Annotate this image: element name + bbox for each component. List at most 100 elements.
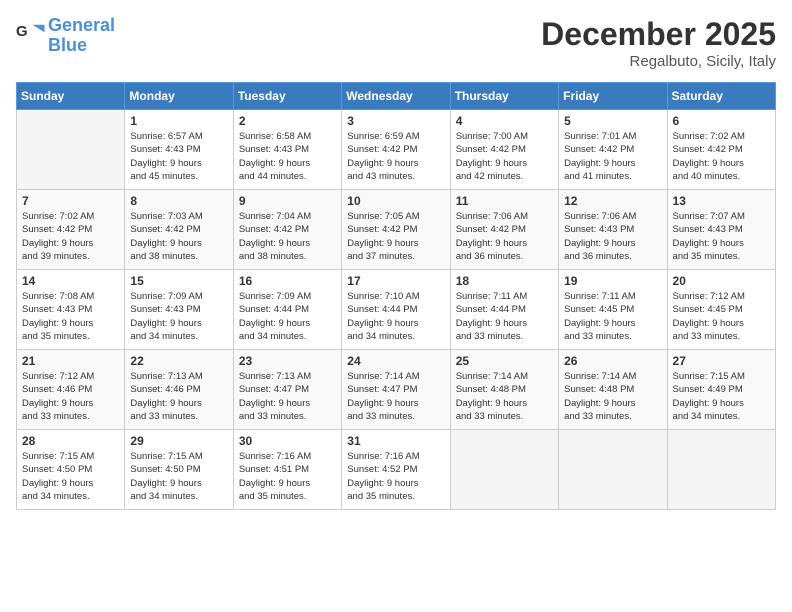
day-info: Sunrise: 7:11 AMSunset: 4:45 PMDaylight:…: [564, 290, 661, 343]
calendar-cell: 14 Sunrise: 7:08 AMSunset: 4:43 PMDayligh…: [17, 270, 125, 350]
calendar-cell: 24Sunrise: 7:14 AMSunset: 4:47 PMDayligh…: [342, 350, 450, 430]
calendar-week-2: 14 Sunrise: 7:08 AMSunset: 4:43 PMDayligh…: [17, 270, 776, 350]
day-info: Sunrise: 7:06 AMSunset: 4:43 PMDaylight:…: [564, 210, 661, 263]
day-info: Sunrise: 7:02 AMSunset: 4:42 PMDaylight:…: [22, 210, 119, 263]
day-number: 4: [456, 114, 553, 128]
day-number: 3: [347, 114, 444, 128]
day-number: 31: [347, 434, 444, 448]
calendar-week-3: 21 Sunrise: 7:12 AMSunset: 4:46 PMDayligh…: [17, 350, 776, 430]
day-info: Sunrise: 7:10 AMSunset: 4:44 PMDaylight:…: [347, 290, 444, 343]
day-number: 17: [347, 274, 444, 288]
calendar-cell: 19 Sunrise: 7:11 AMSunset: 4:45 PMDayligh…: [559, 270, 667, 350]
day-number: 21: [22, 354, 119, 368]
days-of-week-row: SundayMondayTuesdayWednesdayThursdayFrid…: [17, 83, 776, 110]
dow-header-wednesday: Wednesday: [342, 83, 450, 110]
dow-header-friday: Friday: [559, 83, 667, 110]
calendar-week-1: 7 Sunrise: 7:02 AMSunset: 4:42 PMDaylight…: [17, 190, 776, 270]
day-number: 2: [239, 114, 336, 128]
day-number: 12: [564, 194, 661, 208]
calendar-cell: [17, 110, 125, 190]
dow-header-sunday: Sunday: [17, 83, 125, 110]
calendar-body: 1Sunrise: 6:57 AMSunset: 4:43 PMDaylight…: [17, 110, 776, 510]
day-info: Sunrise: 7:00 AMSunset: 4:42 PMDaylight:…: [456, 130, 553, 183]
dow-header-tuesday: Tuesday: [233, 83, 341, 110]
calendar-cell: 1Sunrise: 6:57 AMSunset: 4:43 PMDaylight…: [125, 110, 233, 190]
day-info: Sunrise: 7:08 AMSunset: 4:43 PMDaylight:…: [22, 290, 119, 343]
day-info: Sunrise: 7:13 AMSunset: 4:46 PMDaylight:…: [130, 370, 227, 423]
day-number: 13: [673, 194, 770, 208]
day-info: Sunrise: 7:12 AMSunset: 4:46 PMDaylight:…: [22, 370, 119, 423]
calendar-cell: [450, 430, 558, 510]
day-number: 26: [564, 354, 661, 368]
day-info: Sunrise: 6:59 AMSunset: 4:42 PMDaylight:…: [347, 130, 444, 183]
calendar-cell: 18 Sunrise: 7:11 AMSunset: 4:44 PMDayligh…: [450, 270, 558, 350]
day-info: Sunrise: 7:05 AMSunset: 4:42 PMDaylight:…: [347, 210, 444, 263]
calendar-cell: 20 Sunrise: 7:12 AMSunset: 4:45 PMDayligh…: [667, 270, 775, 350]
day-info: Sunrise: 7:16 AMSunset: 4:52 PMDaylight:…: [347, 450, 444, 503]
logo: G General Blue: [16, 16, 115, 56]
day-number: 18: [456, 274, 553, 288]
calendar-cell: 21 Sunrise: 7:12 AMSunset: 4:46 PMDayligh…: [17, 350, 125, 430]
calendar-cell: 11 Sunrise: 7:06 AMSunset: 4:42 PMDayligh…: [450, 190, 558, 270]
day-number: 8: [130, 194, 227, 208]
day-number: 1: [130, 114, 227, 128]
day-number: 25: [456, 354, 553, 368]
calendar-cell: 31 Sunrise: 7:16 AMSunset: 4:52 PMDayligh…: [342, 430, 450, 510]
calendar-cell: 5 Sunrise: 7:01 AMSunset: 4:42 PMDaylight…: [559, 110, 667, 190]
day-info: Sunrise: 7:09 AMSunset: 4:44 PMDaylight:…: [239, 290, 336, 343]
calendar-cell: 25 Sunrise: 7:14 AMSunset: 4:48 PMDayligh…: [450, 350, 558, 430]
day-number: 15: [130, 274, 227, 288]
day-info: Sunrise: 7:06 AMSunset: 4:42 PMDaylight:…: [456, 210, 553, 263]
calendar-cell: 29 Sunrise: 7:15 AMSunset: 4:50 PMDayligh…: [125, 430, 233, 510]
day-info: Sunrise: 7:15 AMSunset: 4:50 PMDaylight:…: [130, 450, 227, 503]
day-info: Sunrise: 7:11 AMSunset: 4:44 PMDaylight:…: [456, 290, 553, 343]
day-number: 14: [22, 274, 119, 288]
day-number: 16: [239, 274, 336, 288]
calendar-cell: 6 Sunrise: 7:02 AMSunset: 4:42 PMDaylight…: [667, 110, 775, 190]
day-info: Sunrise: 7:12 AMSunset: 4:45 PMDaylight:…: [673, 290, 770, 343]
day-info: Sunrise: 7:01 AMSunset: 4:42 PMDaylight:…: [564, 130, 661, 183]
day-number: 23: [239, 354, 336, 368]
calendar-cell: 4 Sunrise: 7:00 AMSunset: 4:42 PMDaylight…: [450, 110, 558, 190]
day-number: 6: [673, 114, 770, 128]
day-info: Sunrise: 7:02 AMSunset: 4:42 PMDaylight:…: [673, 130, 770, 183]
dow-header-monday: Monday: [125, 83, 233, 110]
day-number: 24: [347, 354, 444, 368]
calendar-cell: 28Sunrise: 7:15 AMSunset: 4:50 PMDayligh…: [17, 430, 125, 510]
day-number: 19: [564, 274, 661, 288]
day-number: 5: [564, 114, 661, 128]
day-info: Sunrise: 7:13 AMSunset: 4:47 PMDaylight:…: [239, 370, 336, 423]
day-info: Sunrise: 7:07 AMSunset: 4:43 PMDaylight:…: [673, 210, 770, 263]
calendar-cell: 22 Sunrise: 7:13 AMSunset: 4:46 PMDayligh…: [125, 350, 233, 430]
day-info: Sunrise: 7:14 AMSunset: 4:48 PMDaylight:…: [564, 370, 661, 423]
day-number: 20: [673, 274, 770, 288]
day-number: 9: [239, 194, 336, 208]
calendar-cell: 3 Sunrise: 6:59 AMSunset: 4:42 PMDaylight…: [342, 110, 450, 190]
calendar-cell: 15Sunrise: 7:09 AMSunset: 4:43 PMDayligh…: [125, 270, 233, 350]
day-info: Sunrise: 7:03 AMSunset: 4:42 PMDaylight:…: [130, 210, 227, 263]
calendar-table: SundayMondayTuesdayWednesdayThursdayFrid…: [16, 82, 776, 510]
svg-text:G: G: [16, 23, 28, 40]
calendar-cell: 26 Sunrise: 7:14 AMSunset: 4:48 PMDayligh…: [559, 350, 667, 430]
calendar-cell: 23 Sunrise: 7:13 AMSunset: 4:47 PMDayligh…: [233, 350, 341, 430]
day-info: Sunrise: 7:16 AMSunset: 4:51 PMDaylight:…: [239, 450, 336, 503]
page-header: G General Blue December 2025 Regalbuto, …: [16, 16, 776, 70]
calendar-week-4: 28Sunrise: 7:15 AMSunset: 4:50 PMDayligh…: [17, 430, 776, 510]
logo-icon: G: [16, 21, 46, 51]
month-title: December 2025: [541, 16, 776, 53]
calendar-cell: [667, 430, 775, 510]
calendar-cell: 13 Sunrise: 7:07 AMSunset: 4:43 PMDayligh…: [667, 190, 775, 270]
calendar-week-0: 1Sunrise: 6:57 AMSunset: 4:43 PMDaylight…: [17, 110, 776, 190]
day-number: 27: [673, 354, 770, 368]
day-info: Sunrise: 7:15 AMSunset: 4:50 PMDaylight:…: [22, 450, 119, 503]
day-info: Sunrise: 7:14 AMSunset: 4:48 PMDaylight:…: [456, 370, 553, 423]
location: Regalbuto, Sicily, Italy: [541, 53, 776, 70]
day-number: 7: [22, 194, 119, 208]
title-area: December 2025 Regalbuto, Sicily, Italy: [541, 16, 776, 70]
day-number: 29: [130, 434, 227, 448]
logo-text: General Blue: [48, 16, 115, 56]
day-number: 22: [130, 354, 227, 368]
day-number: 11: [456, 194, 553, 208]
dow-header-thursday: Thursday: [450, 83, 558, 110]
calendar-cell: 7 Sunrise: 7:02 AMSunset: 4:42 PMDaylight…: [17, 190, 125, 270]
